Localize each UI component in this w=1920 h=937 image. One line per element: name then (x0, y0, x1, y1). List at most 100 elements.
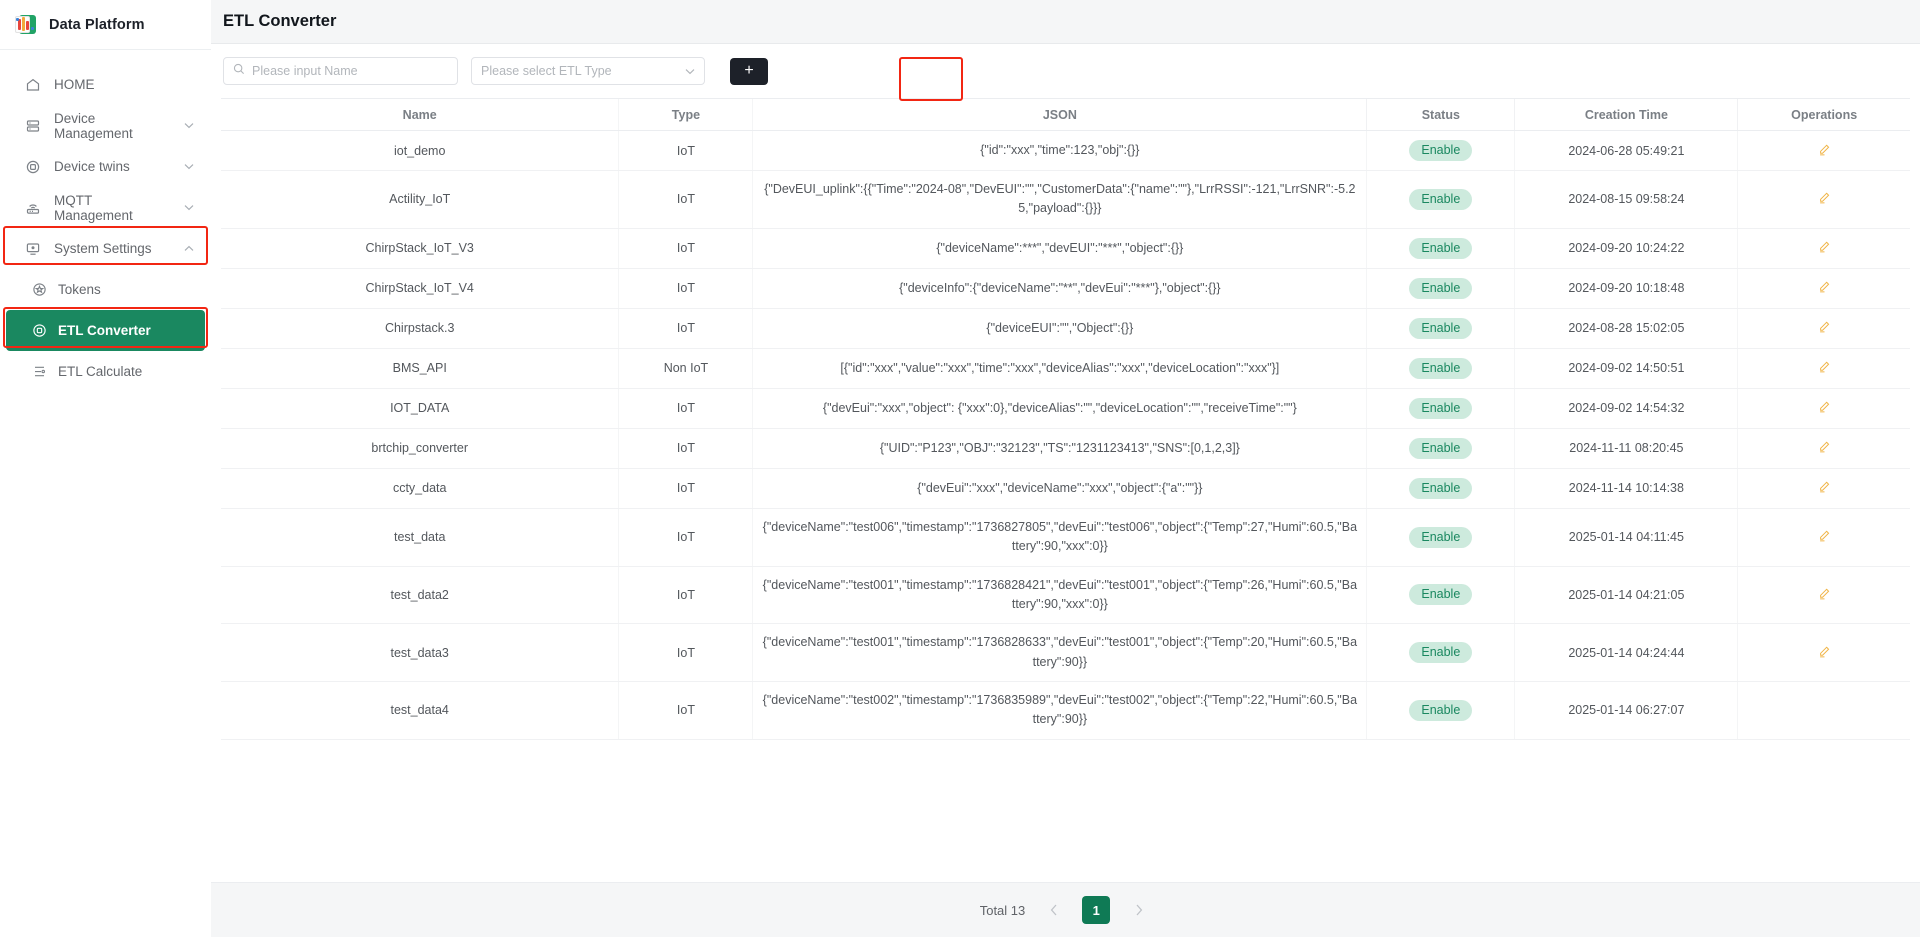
cell-json: {"deviceEUI":"","Object":{}} (752, 308, 1367, 349)
cell-type: IoT (618, 566, 753, 625)
cell-json: {"id":"xxx","time":123,"obj":{}} (752, 130, 1367, 171)
column-header-name[interactable]: Name (221, 98, 619, 131)
highlight-box-add-button (899, 57, 963, 101)
cell-creation-time: 2025-01-14 04:11:45 (1514, 508, 1738, 567)
search-input-wrapper[interactable] (223, 57, 458, 85)
toolbar: Please select ETL Type + (211, 44, 1920, 101)
edit-pencil-icon[interactable] (1818, 645, 1831, 661)
cell-json: {"deviceInfo":{"deviceName":"**","devEui… (752, 268, 1367, 309)
status-badge: Enable (1409, 526, 1473, 548)
server-icon (24, 117, 41, 134)
sidebar-item-label: Device twins (54, 159, 130, 174)
edit-pencil-icon[interactable] (1818, 191, 1831, 207)
table-row: Chirpstack.3 IoT {"deviceEUI":"","Object":… (221, 308, 1910, 349)
etl-type-select-value: Please select ETL Type (481, 64, 612, 78)
cell-json: {"deviceName":"test001","timestamp":"173… (752, 623, 1367, 682)
column-header-type[interactable]: Type (618, 98, 753, 131)
cell-name: brtchip_converter (221, 428, 619, 469)
table-row: iot_demo IoT {"id":"xxx","time":123,"obj":… (221, 130, 1910, 171)
edit-pencil-icon[interactable] (1818, 400, 1831, 416)
cell-json: {"DevEUI_uplink":{{"Time":"2024-08","Dev… (752, 170, 1367, 229)
sidebar-item-tokens[interactable]: Tokens (0, 269, 211, 310)
chevron-right-icon[interactable] (1126, 898, 1151, 923)
cell-operations (1737, 388, 1910, 429)
edit-pencil-icon[interactable] (1818, 529, 1831, 545)
table-row: ccty_data IoT {"devEui":"xxx","deviceName"… (221, 468, 1910, 509)
chevron-down-icon[interactable] (181, 163, 197, 170)
status-badge: Enable (1409, 642, 1473, 664)
edit-pencil-icon[interactable] (1818, 587, 1831, 603)
edit-pencil-icon[interactable] (1818, 280, 1831, 296)
sidebar-item-device-twins[interactable]: Device twins (0, 146, 211, 187)
cell-creation-time: 2024-08-15 09:58:24 (1514, 170, 1738, 229)
monitor-icon (24, 240, 41, 257)
cell-creation-time: 2024-08-28 15:02:05 (1514, 308, 1738, 349)
status-badge: Enable (1409, 140, 1473, 161)
table-row: BMS_API Non IoT [{"id":"xxx","value":"xxx"… (221, 348, 1910, 389)
cell-status: Enable (1366, 468, 1515, 509)
cell-json: {"devEui":"xxx","object": {"xxx":0},"dev… (752, 388, 1367, 429)
sidebar-item-label: Device Management (54, 110, 133, 141)
cell-operations (1737, 508, 1910, 567)
chevron-down-icon[interactable] (181, 204, 197, 211)
table-row: ChirpStack_IoT_V4 IoT {"deviceInfo":{"devi… (221, 268, 1910, 309)
bar-chart-logo-icon (14, 14, 37, 35)
pagination-bar: Total 13 1 (211, 882, 1920, 937)
converter-icon (31, 323, 47, 339)
cell-json: [{"id":"xxx","value":"xxx","time":"xxx",… (752, 348, 1367, 389)
status-badge: Enable (1409, 699, 1473, 721)
chevron-up-icon[interactable] (181, 245, 197, 252)
cell-creation-time: 2024-09-20 10:18:48 (1514, 268, 1738, 309)
cell-status: Enable (1366, 566, 1515, 625)
home-icon (24, 76, 41, 93)
cell-type: IoT (618, 508, 753, 567)
page-number-1[interactable]: 1 (1082, 896, 1111, 924)
cell-status: Enable (1366, 228, 1515, 269)
etl-type-select[interactable]: Please select ETL Type (471, 57, 705, 85)
column-header-json[interactable]: JSON (752, 98, 1367, 131)
sidebar-item-label: HOME (54, 77, 95, 92)
sidebar-item-label: ETL Calculate (58, 364, 143, 379)
sidebar: Data Platform HOME Device Management Dev… (0, 0, 211, 937)
cell-name: ChirpStack_IoT_V3 (221, 228, 619, 269)
cell-json: {"deviceName":***","devEUI":"***","objec… (752, 228, 1367, 269)
cell-name: test_data2 (221, 566, 619, 625)
add-button[interactable]: + (730, 57, 768, 85)
edit-pencil-icon[interactable] (1818, 240, 1831, 256)
status-badge: Enable (1409, 237, 1473, 259)
search-input[interactable] (252, 64, 448, 78)
cell-creation-time: 2025-01-14 06:27:07 (1514, 681, 1738, 740)
search-icon (233, 62, 245, 80)
sidebar-item-device-management[interactable]: Device Management (0, 105, 211, 146)
etl-converter-table: Name Type JSON Status Creation Time Oper… (221, 98, 1910, 740)
cell-status: Enable (1366, 388, 1515, 429)
sidebar-item-home[interactable]: HOME (0, 64, 211, 105)
status-badge: Enable (1409, 397, 1473, 419)
edit-pencil-icon[interactable] (1818, 480, 1831, 496)
cell-operations (1737, 170, 1910, 229)
table-header-row: Name Type JSON Status Creation Time Oper… (221, 98, 1910, 131)
cell-json: {"deviceName":"test001","timestamp":"173… (752, 566, 1367, 625)
sidebar-item-label: Tokens (58, 282, 101, 297)
cell-operations (1737, 623, 1910, 682)
cell-creation-time: 2024-06-28 05:49:21 (1514, 130, 1738, 171)
cell-creation-time: 2024-09-02 14:50:51 (1514, 348, 1738, 389)
column-header-creation-time[interactable]: Creation Time (1514, 98, 1738, 131)
sidebar-item-mqtt-management[interactable]: MQTT Management (0, 187, 211, 228)
column-header-operations[interactable]: Operations (1737, 98, 1910, 131)
sidebar-item-system-settings[interactable]: System Settings (0, 228, 211, 269)
edit-pencil-icon[interactable] (1818, 143, 1831, 159)
cell-type: Non IoT (618, 348, 753, 389)
chevron-down-icon[interactable] (181, 122, 197, 129)
edit-pencil-icon[interactable] (1818, 320, 1831, 336)
edit-pencil-icon[interactable] (1818, 360, 1831, 376)
cell-creation-time: 2024-09-20 10:24:22 (1514, 228, 1738, 269)
sidebar-item-etl-converter[interactable]: ETL Converter (6, 310, 205, 351)
chevron-left-icon[interactable] (1041, 898, 1066, 923)
chevron-down-icon (685, 64, 695, 78)
column-header-status[interactable]: Status (1366, 98, 1515, 131)
sidebar-item-etl-calculate[interactable]: ETL Calculate (0, 351, 211, 392)
cell-name: BMS_API (221, 348, 619, 389)
cell-type: IoT (618, 130, 753, 171)
edit-pencil-icon[interactable] (1818, 440, 1831, 456)
